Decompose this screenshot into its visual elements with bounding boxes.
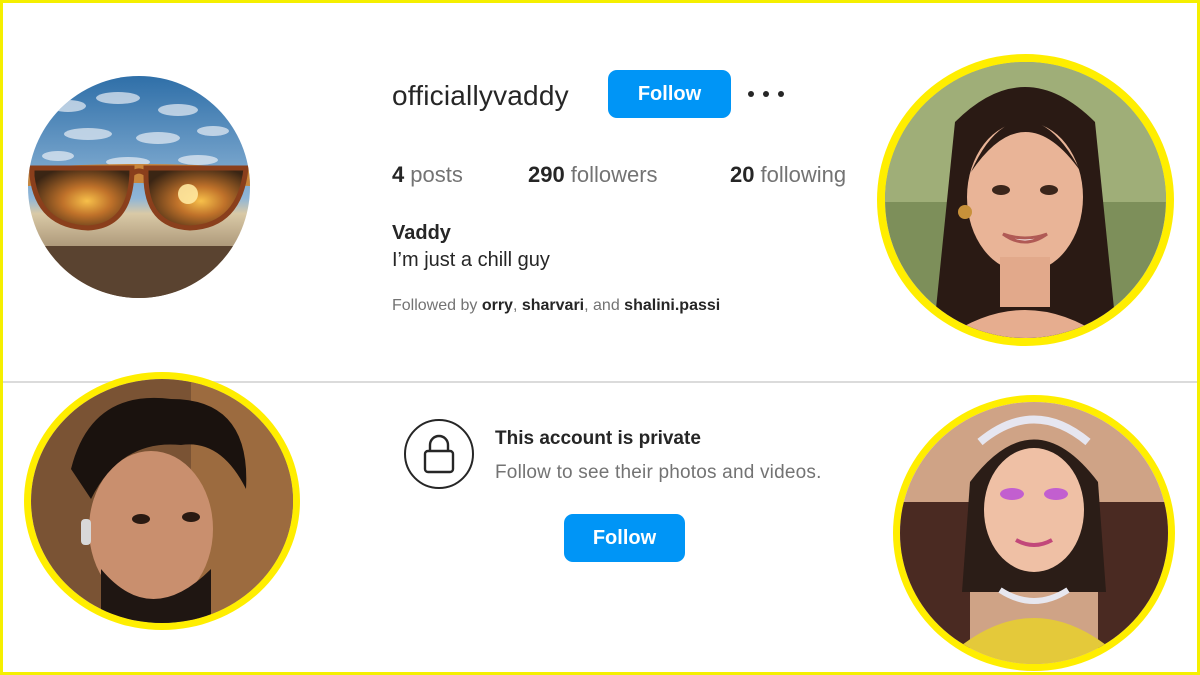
woman-portrait-image <box>885 62 1166 338</box>
follow-button[interactable]: Follow <box>608 70 731 118</box>
following-label: following <box>760 162 847 187</box>
bio-text: I’m just a chill guy <box>392 249 550 271</box>
followed-by-user[interactable]: sharvari <box>522 297 584 314</box>
private-title: This account is private <box>495 428 701 449</box>
followers-link[interactable]: 290 followers <box>528 162 658 188</box>
man-portrait-image <box>31 379 293 623</box>
posts-label: posts <box>410 162 463 187</box>
follow-button-private[interactable]: Follow <box>564 514 685 562</box>
posts-number: 4 <box>392 162 405 187</box>
more-options-icon[interactable] <box>748 80 784 108</box>
followed-by-prefix: Followed by <box>392 297 478 314</box>
dot <box>778 91 784 97</box>
separator: , and <box>584 297 620 314</box>
profile-avatar[interactable] <box>28 76 250 298</box>
followed-by[interactable]: Followed by orry, sharvari, and shalini.… <box>392 297 720 315</box>
display-name: Vaddy <box>392 222 451 244</box>
dot <box>763 91 769 97</box>
following-number: 20 <box>730 162 755 187</box>
dot <box>748 91 754 97</box>
followed-by-user[interactable]: shalini.passi <box>624 297 720 314</box>
celebrity-photo-woman <box>877 54 1174 346</box>
celebrity-photo-man <box>24 372 300 630</box>
lock-glyph <box>423 434 455 474</box>
followers-label: followers <box>570 162 658 187</box>
following-link[interactable]: 20 following <box>730 162 846 188</box>
private-subtitle: Follow to see their photos and videos. <box>495 462 822 483</box>
posts-count: 4 posts <box>392 162 463 188</box>
followers-number: 290 <box>528 162 565 187</box>
lock-icon <box>404 419 474 489</box>
celebrity-photo-woman-headband <box>893 395 1175 671</box>
woman-headband-portrait-image <box>900 402 1168 664</box>
profile-username: officiallyvaddy <box>392 80 569 111</box>
sunglasses-beach-image <box>28 76 250 298</box>
followed-by-user[interactable]: orry <box>482 297 513 314</box>
separator: , <box>512 297 518 314</box>
